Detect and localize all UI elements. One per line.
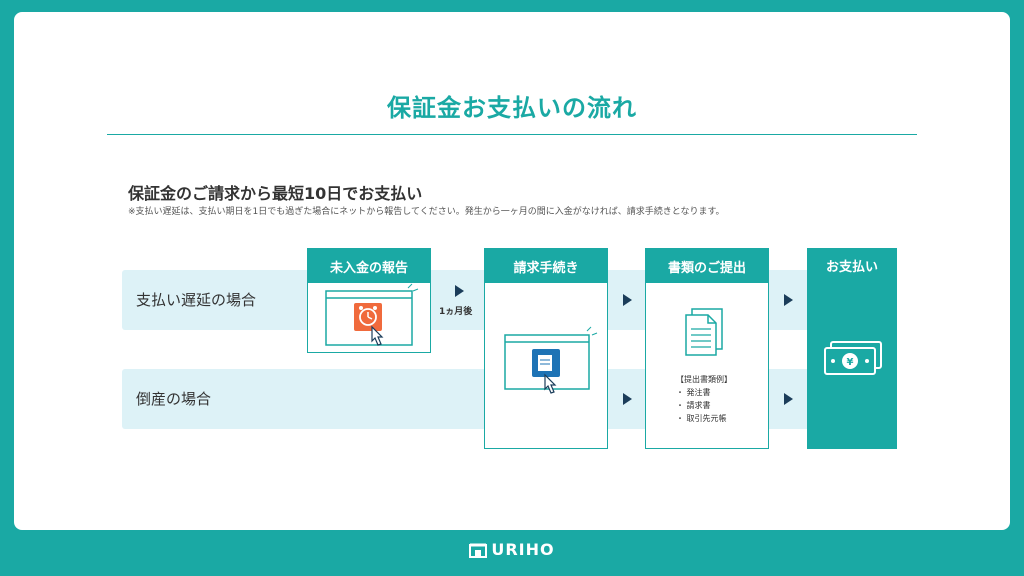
row-label: 倒産の場合 <box>136 390 212 408</box>
step-documents: 書類のご提出 【提出書類例】 ・ 発注書 ・ 請求書 ・ 取引先元帳 <box>645 248 769 449</box>
step-report-title: 未入金の報告 <box>308 249 430 283</box>
step-payment: お支払い ¥ <box>807 248 897 449</box>
step-claim: 請求手続き <box>484 248 608 449</box>
step-documents-title: 書類のご提出 <box>646 249 768 283</box>
step-claim-title: 請求手続き <box>485 249 607 283</box>
step-payment-title: お支払い <box>825 259 878 275</box>
claim-window-icon <box>504 326 598 394</box>
document-example-item: ・ 取引先元帳 <box>676 414 727 423</box>
flow-note: ※支払い遅延は、支払い期日を1日でも過ぎた場合にネットから報告してください。発生… <box>128 207 725 217</box>
arrow-right-icon <box>623 393 632 405</box>
title-divider <box>107 134 917 135</box>
document-example-item: ・ 発注書 <box>676 388 711 397</box>
arrow-right-icon <box>455 285 464 297</box>
money-icon: ¥ <box>824 341 882 375</box>
document-examples: 【提出書類例】 ・ 発注書 ・ 請求書 ・ 取引先元帳 <box>676 373 732 425</box>
footer-brand: URIHO <box>0 540 1024 559</box>
brand-name: URIHO <box>491 540 555 559</box>
document-examples-heading: 【提出書類例】 <box>676 375 732 384</box>
svg-text:¥: ¥ <box>847 357 854 368</box>
step-report: 未入金の報告 <box>307 248 431 353</box>
document-icon <box>685 308 723 356</box>
arrow-label: 1ヵ月後 <box>439 307 473 317</box>
row-label: 支払い遅延の場合 <box>136 291 257 309</box>
page-title: 保証金お支払いの流れ <box>387 94 637 122</box>
arrow-right-icon <box>784 294 793 306</box>
document-example-item: ・ 請求書 <box>676 401 711 410</box>
arrow-right-icon <box>784 393 793 405</box>
flow-subtitle: 保証金のご請求から最短10日でお支払い <box>128 184 423 203</box>
arrow-right-icon <box>623 294 632 306</box>
brand-logo-icon <box>469 543 488 558</box>
alert-window-icon <box>325 283 419 346</box>
